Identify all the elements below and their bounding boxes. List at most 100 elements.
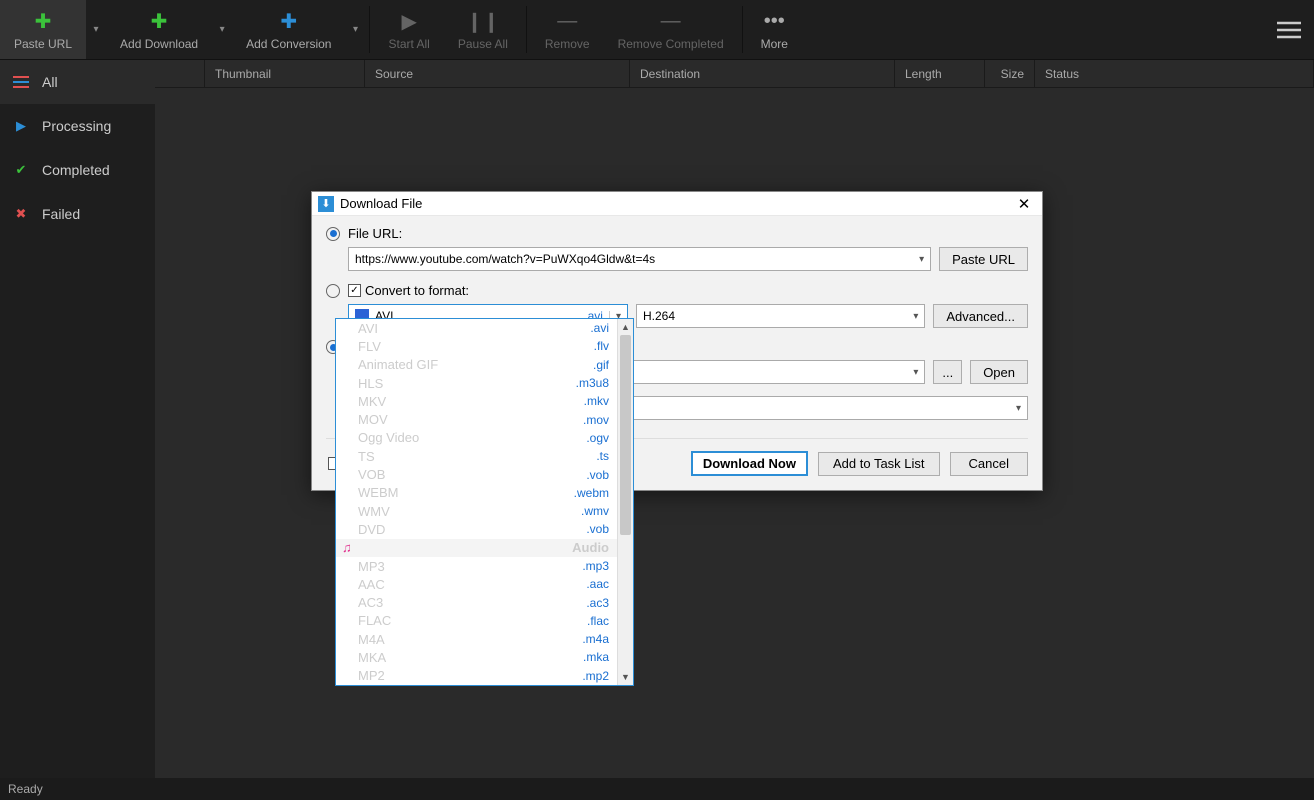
more-button[interactable]: ••• More [747, 0, 802, 59]
format-option[interactable]: AC3.ac3 [336, 593, 617, 611]
add-download-button[interactable]: ✚ Add Download [106, 0, 212, 59]
download-now-button[interactable]: Download Now [691, 451, 808, 476]
remove-label: Remove [545, 37, 590, 51]
sidebar-processing-label: Processing [42, 118, 111, 134]
format-option[interactable]: MP3.mp3 [336, 557, 617, 575]
sidebar-item-processing[interactable]: ▶ Processing [0, 104, 155, 148]
chevron-down-icon[interactable]: ▾ [919, 254, 924, 265]
paste-url-button[interactable]: ✚ Paste URL [0, 0, 86, 59]
sidebar-failed-label: Failed [42, 206, 80, 222]
format-option[interactable]: DVD.vob [336, 520, 617, 538]
col-length[interactable]: Length [895, 60, 985, 87]
all-icon [12, 75, 30, 89]
format-option[interactable]: TS.ts [336, 447, 617, 465]
pause-all-label: Pause All [458, 37, 508, 51]
format-option[interactable]: Animated GIF.gif [336, 356, 617, 374]
add-download-dropdown[interactable]: ▾ [212, 0, 232, 59]
format-dropdown: AVI.avi FLV.flv Animated GIF.gif HLS.m3u… [335, 318, 634, 686]
format-option[interactable]: AAC.aac [336, 575, 617, 593]
chevron-down-icon[interactable]: ▾ [907, 367, 918, 378]
sidebar-item-failed[interactable]: ✖ Failed [0, 192, 155, 236]
play-icon: ▶ [401, 9, 416, 35]
chevron-down-icon[interactable]: ▾ [907, 311, 918, 322]
paste-url-dialog-button[interactable]: Paste URL [939, 247, 1028, 271]
cancel-button[interactable]: Cancel [950, 452, 1028, 476]
format-option[interactable]: FLAC.flac [336, 612, 617, 630]
dialog-titlebar: ⬇ Download File ✕ [312, 192, 1042, 216]
add-conversion-button[interactable]: ✚ Add Conversion [232, 0, 345, 59]
play-icon: ▶ [12, 118, 30, 134]
sidebar-item-completed[interactable]: ✔ Completed [0, 148, 155, 192]
sidebar-item-all[interactable]: All [0, 60, 155, 104]
sidebar-completed-label: Completed [42, 162, 110, 178]
add-to-task-list-button[interactable]: Add to Task List [818, 452, 940, 476]
format-option[interactable]: FLV.flv [336, 337, 617, 355]
plus-icon: ✚ [280, 9, 297, 35]
column-headers: Thumbnail Source Destination Length Size… [155, 60, 1314, 88]
format-option[interactable]: MP2.mp2 [336, 667, 617, 685]
sidebar-all-label: All [42, 74, 58, 90]
scroll-up-icon[interactable]: ▲ [618, 319, 633, 335]
open-button[interactable]: Open [970, 360, 1028, 384]
format-option[interactable]: AVI.avi [336, 319, 617, 337]
sidebar: All ▶ Processing ✔ Completed ✖ Failed [0, 60, 155, 778]
convert-label: Convert to format: [365, 283, 469, 298]
add-conversion-dropdown[interactable]: ▾ [345, 0, 365, 59]
col-destination[interactable]: Destination [630, 60, 895, 87]
dialog-title: Download File [340, 196, 1012, 211]
advanced-button[interactable]: Advanced... [933, 304, 1028, 328]
col-thumbnail[interactable]: Thumbnail [205, 60, 365, 87]
scrollbar-thumb[interactable] [620, 335, 631, 535]
convert-radio[interactable] [326, 284, 340, 298]
paste-url-dropdown[interactable]: ▾ [86, 0, 106, 59]
toolbar: ✚ Paste URL ▾ ✚ Add Download ▾ ✚ Add Con… [0, 0, 1314, 60]
add-conversion-label: Add Conversion [246, 37, 331, 51]
convert-checkbox[interactable]: ✓ [348, 284, 361, 297]
dropdown-list[interactable]: AVI.avi FLV.flv Animated GIF.gif HLS.m3u… [336, 319, 617, 685]
minus-icon: — [661, 9, 681, 35]
format-option[interactable]: M4A.m4a [336, 630, 617, 648]
codec-combobox[interactable]: H.264 ▾ [636, 304, 925, 328]
minus-icon: — [557, 9, 577, 35]
format-option[interactable]: MOV.mov [336, 410, 617, 428]
col-checkbox[interactable] [155, 60, 205, 87]
codec-value: H.264 [643, 309, 675, 323]
more-label: More [761, 37, 788, 51]
file-url-radio[interactable] [326, 227, 340, 241]
menu-button[interactable] [1264, 0, 1314, 59]
paste-url-label: Paste URL [14, 37, 72, 51]
chevron-down-icon[interactable]: ▾ [1010, 403, 1021, 414]
file-url-label: File URL: [348, 226, 402, 241]
url-value: https://www.youtube.com/watch?v=PuWXqo4G… [355, 252, 655, 266]
download-icon: ⬇ [318, 196, 334, 212]
pause-icon: ❙❙ [466, 9, 500, 35]
format-option[interactable]: MKA.mka [336, 648, 617, 666]
pause-all-button[interactable]: ❙❙ Pause All [444, 0, 522, 59]
start-all-label: Start All [388, 37, 429, 51]
url-input[interactable]: https://www.youtube.com/watch?v=PuWXqo4G… [348, 247, 931, 271]
start-all-button[interactable]: ▶ Start All [374, 0, 443, 59]
remove-completed-button[interactable]: — Remove Completed [604, 0, 738, 59]
hamburger-icon [1277, 21, 1301, 39]
close-button[interactable]: ✕ [1012, 192, 1036, 216]
format-option[interactable]: HLS.m3u8 [336, 374, 617, 392]
add-download-label: Add Download [120, 37, 198, 51]
format-option[interactable]: Ogg Video.ogv [336, 429, 617, 447]
col-source[interactable]: Source [365, 60, 630, 87]
browse-button[interactable]: ... [933, 360, 962, 384]
format-option[interactable]: VOB.vob [336, 465, 617, 483]
format-option[interactable]: WEBM.webm [336, 484, 617, 502]
col-size[interactable]: Size [985, 60, 1035, 87]
status-text: Ready [8, 782, 43, 796]
music-icon: ♫ [342, 540, 352, 555]
remove-button[interactable]: — Remove [531, 0, 604, 59]
plus-icon: ✚ [151, 9, 168, 35]
remove-completed-label: Remove Completed [618, 37, 724, 51]
scroll-down-icon[interactable]: ▼ [618, 669, 633, 685]
format-option[interactable]: MKV.mkv [336, 392, 617, 410]
dropdown-scrollbar[interactable]: ▲ ▼ [617, 319, 633, 685]
format-option[interactable]: WMV.wmv [336, 502, 617, 520]
x-icon: ✖ [12, 206, 30, 222]
col-status[interactable]: Status [1035, 60, 1314, 87]
dots-icon: ••• [764, 9, 785, 35]
